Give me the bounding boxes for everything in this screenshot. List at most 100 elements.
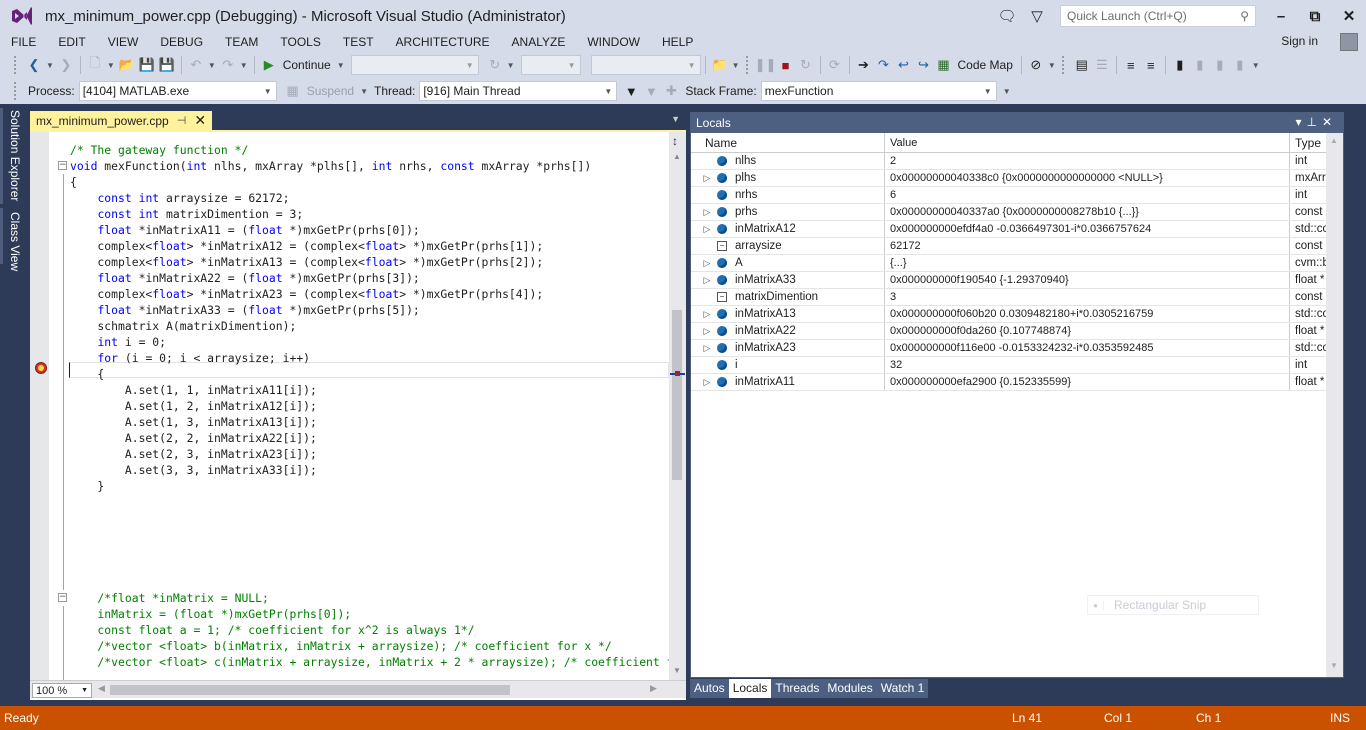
locals-row[interactable]: − matrixDimention 3 const int — [691, 289, 1343, 306]
indicator-margin[interactable] — [30, 132, 49, 680]
save-all-icon[interactable]: 💾 — [157, 55, 177, 75]
locals-row[interactable]: − arraysize 62172 const int — [691, 238, 1343, 255]
step-over-icon[interactable]: ↩ — [894, 55, 914, 75]
new-project-dropdown[interactable]: ▼ — [107, 61, 115, 70]
menu-view[interactable]: VIEW — [97, 35, 150, 49]
undo-dropdown[interactable]: ▼ — [208, 61, 216, 70]
locals-row[interactable]: i 32 int — [691, 357, 1343, 374]
stack-frame-combo[interactable]: mexFunction ▼ — [760, 81, 997, 101]
local-value[interactable]: 0x00000000040338c0 {0x0000000000000000 <… — [886, 170, 1290, 186]
thread-combo[interactable]: [916] Main Thread ▼ — [419, 81, 618, 101]
tab-solution-explorer[interactable]: Solution Explorer — [8, 110, 22, 201]
code-line[interactable] — [49, 526, 669, 542]
bookmark-options[interactable]: ▼ — [1252, 61, 1260, 70]
apply-code-changes-icon[interactable]: ⟳ — [825, 55, 845, 75]
breakpoint-current-statement-icon[interactable] — [35, 362, 47, 374]
next-bookmark-icon[interactable]: ▮ — [1210, 55, 1230, 75]
hex-display-icon[interactable]: ⊘ — [1026, 55, 1046, 75]
suspend-button[interactable]: Suspend — [307, 84, 354, 98]
code-line[interactable]: A.set(1, 3, inMatrixA13[i]); — [49, 414, 669, 430]
code-line[interactable] — [49, 494, 669, 510]
document-tab[interactable]: mx_minimum_power.cpp ⊣ ✕ — [30, 111, 213, 130]
code-line[interactable]: A.set(1, 2, inMatrixA12[i]); — [49, 398, 669, 414]
toolbar-options[interactable]: ▼ — [732, 61, 740, 70]
code-line[interactable] — [49, 510, 669, 526]
scroll-left-icon[interactable]: ◀ — [98, 683, 105, 694]
flag-thread-icon[interactable]: ▼ — [621, 81, 641, 101]
code-line[interactable]: const float a = 1; /* coefficient for x^… — [49, 622, 669, 638]
code-line[interactable]: /*vector <float> c(inMatrix + arraysize,… — [49, 654, 669, 670]
local-value[interactable]: 0x00000000040337a0 {0x0000000008278b10 {… — [886, 204, 1290, 220]
close-locals-icon[interactable]: ✕ — [1322, 115, 1337, 129]
menu-window[interactable]: WINDOW — [576, 35, 651, 49]
feedback-icon[interactable]: 🗨 — [992, 7, 1022, 25]
local-value[interactable]: 0x000000000f116e00 -0.0153324232-i*0.035… — [886, 340, 1290, 356]
restart-icon[interactable]: ↻ — [796, 55, 816, 75]
tab-list-dropdown-icon[interactable]: ▼ — [671, 114, 680, 124]
suspend-dropdown[interactable]: ▼ — [360, 87, 368, 96]
code-line[interactable]: complex<float> *inMatrixA12 = (complex<f… — [49, 238, 669, 254]
local-value[interactable]: 0x000000000f0da260 {0.107748874} — [886, 323, 1290, 339]
local-value[interactable]: 0x000000000f060b20 0.0309482180+i*0.0305… — [886, 306, 1290, 322]
refresh-icon[interactable]: ↻ — [485, 55, 505, 75]
comment-lines-icon[interactable]: ≡ — [1121, 55, 1141, 75]
collapse-region-icon[interactable]: − — [58, 593, 67, 602]
expand-arrow-icon[interactable]: ▷ — [701, 326, 713, 337]
code-line[interactable]: /*float *inMatrix = NULL; − — [49, 590, 669, 606]
code-line[interactable]: float *inMatrixA22 = (float *)mxGetPr(pr… — [49, 270, 669, 286]
locals-row[interactable]: ▷ inMatrixA33 0x000000000f190540 {-1.29370… — [691, 272, 1343, 289]
code-line[interactable]: void mexFunction(int nlhs, mxArray *plhs… — [49, 158, 669, 174]
code-line[interactable]: schmatrix A(matrixDimention); — [49, 318, 669, 334]
editor-horizontal-scrollbar[interactable]: 100 % ▼ ◀ ▶ — [30, 680, 686, 698]
expand-arrow-icon[interactable]: ▷ — [701, 258, 713, 269]
code-line[interactable] — [49, 558, 669, 574]
step-out-icon[interactable]: ↪ — [914, 55, 934, 75]
code-map-icon[interactable]: ▦ — [934, 55, 954, 75]
split-window-icon[interactable]: ↕ — [672, 134, 678, 148]
quick-launch-input[interactable]: Quick Launch (Ctrl+Q) ⚲ — [1060, 5, 1256, 27]
code-line[interactable]: /*vector <float> b(inMatrix, inMatrix + … — [49, 638, 669, 654]
menu-debug[interactable]: DEBUG — [149, 35, 214, 49]
code-line[interactable] — [49, 574, 669, 590]
tab-class-view[interactable]: Class View — [8, 212, 22, 271]
locals-row[interactable]: ▷ inMatrixA11 0x000000000efa2900 {0.152335… — [691, 374, 1343, 391]
code-line[interactable]: { — [49, 366, 669, 382]
menu-architecture[interactable]: ARCHITECTURE — [385, 35, 501, 49]
zoom-level-combo[interactable]: 100 % ▼ — [32, 683, 92, 698]
locals-row[interactable]: ▷ inMatrixA13 0x000000000f060b20 0.0309482… — [691, 306, 1343, 323]
code-line[interactable]: const int arraysize = 62172; — [49, 190, 669, 206]
menu-tools[interactable]: TOOLS — [269, 35, 331, 49]
locals-row[interactable]: nlhs 2 int — [691, 153, 1343, 170]
stop-debugging-icon[interactable]: ■ — [776, 55, 796, 75]
show-flagged-icon[interactable]: ▼ — [641, 81, 661, 101]
tab-modules[interactable]: Modules — [823, 679, 877, 698]
scroll-up-icon[interactable]: ▲ — [673, 152, 681, 161]
platform-combo[interactable]: ▼ — [520, 55, 581, 75]
show-next-statement-icon[interactable]: ➔ — [854, 55, 874, 75]
code-area[interactable]: /* The gateway function */ void mexFuncti… — [49, 132, 669, 680]
bookmark-icon[interactable]: ▮ — [1170, 55, 1190, 75]
undo-icon[interactable]: ↶ — [186, 55, 206, 75]
expand-arrow-icon[interactable]: ▷ — [701, 377, 713, 388]
locals-scrollbar[interactable]: ▲ ▼ — [1326, 133, 1343, 677]
close-tab-icon[interactable]: ✕ — [194, 112, 206, 129]
toolbar-grip[interactable] — [14, 56, 18, 74]
step-into-icon[interactable]: ↷ — [874, 55, 894, 75]
startup-combo[interactable]: ▼ — [590, 55, 701, 75]
suspend-icon[interactable]: ▦ — [283, 81, 303, 101]
code-line[interactable]: float *inMatrixA11 = (float *)mxGetPr(pr… — [49, 222, 669, 238]
locals-row[interactable]: ▷ prhs 0x00000000040337a0 {0x0000000008278… — [691, 204, 1343, 221]
local-value[interactable]: 0x000000000efa2900 {0.152335599} — [886, 374, 1290, 390]
save-icon[interactable]: 💾 — [137, 55, 157, 75]
code-line[interactable]: const int matrixDimention = 3; — [49, 206, 669, 222]
redo-dropdown[interactable]: ▼ — [240, 61, 248, 70]
menu-test[interactable]: TEST — [332, 35, 385, 49]
clear-bookmarks-icon[interactable]: ▮ — [1230, 55, 1250, 75]
local-value[interactable]: 3 — [886, 289, 1290, 305]
redo-icon[interactable]: ↷ — [218, 55, 238, 75]
refresh-dropdown[interactable]: ▼ — [507, 61, 515, 70]
continue-icon[interactable]: ▶ — [259, 55, 279, 75]
local-value[interactable]: 0x000000000f190540 {-1.29370940} — [886, 272, 1290, 288]
stack-icon[interactable]: ☰ — [1092, 55, 1112, 75]
code-line[interactable] — [49, 542, 669, 558]
